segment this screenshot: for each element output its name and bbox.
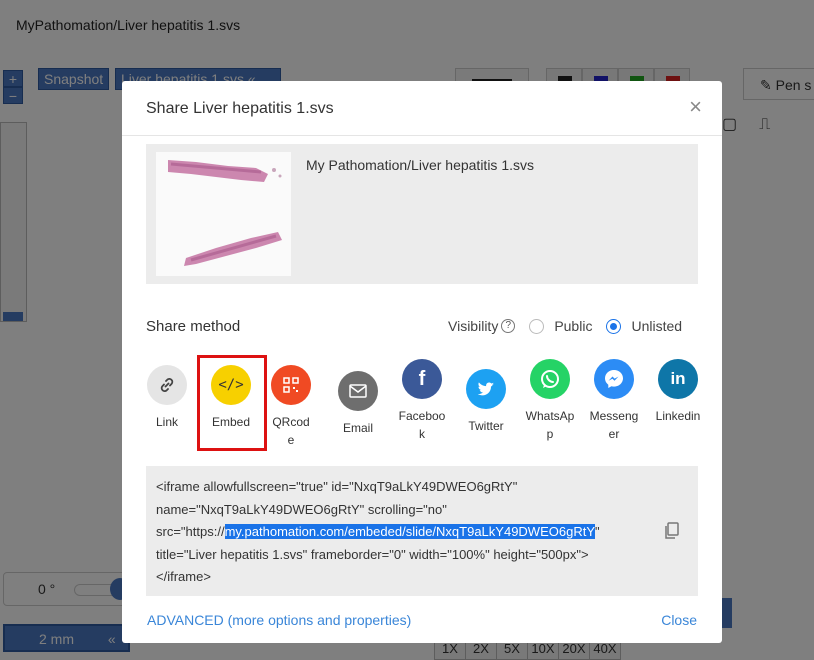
embed-code-line: title="Liver hepatitis 1.svs" frameborde… bbox=[156, 546, 589, 562]
share-email[interactable]: Email bbox=[333, 365, 383, 437]
radio-public[interactable] bbox=[529, 318, 545, 334]
share-messenger-label: Messenger bbox=[589, 409, 639, 441]
messenger-icon bbox=[594, 359, 634, 399]
facebook-icon: f bbox=[402, 359, 442, 399]
embed-icon: </> bbox=[211, 365, 251, 405]
share-email-label: Email bbox=[342, 421, 373, 435]
embed-code-line: </iframe> bbox=[156, 569, 211, 584]
share-method-heading: Share method bbox=[146, 318, 241, 335]
visibility-unlisted-label: Unlisted bbox=[631, 318, 683, 334]
qrcode-icon bbox=[271, 365, 311, 405]
advanced-options-link[interactable]: ADVANCED (more options and properties) bbox=[147, 612, 411, 628]
share-linkedin[interactable]: in Linkedin bbox=[653, 359, 703, 425]
slide-preview: My Pathomation/Liver hepatitis 1.svs bbox=[146, 144, 698, 284]
visibility-public-option[interactable]: Public bbox=[529, 318, 592, 334]
close-link[interactable]: Close bbox=[661, 612, 697, 628]
share-facebook[interactable]: f Facebook bbox=[397, 359, 447, 443]
share-link-label: Link bbox=[155, 415, 178, 429]
share-options: Link </> Embed QRcode Email f Facebook T… bbox=[142, 359, 703, 455]
embed-code-box[interactable]: <iframe allowfullscreen="true" id="NxqT9… bbox=[146, 466, 698, 596]
embed-code-line: src="https://my.pathomation.com/embeded/… bbox=[156, 521, 688, 544]
radio-unlisted[interactable] bbox=[606, 318, 622, 334]
dialog-title: Share Liver hepatitis 1.svs bbox=[146, 100, 334, 117]
share-dialog: Share Liver hepatitis 1.svs × My Pathoma… bbox=[122, 81, 722, 643]
share-facebook-label: Facebook bbox=[398, 409, 446, 441]
slide-path: My Pathomation/Liver hepatitis 1.svs bbox=[306, 157, 534, 173]
share-qrcode[interactable]: QRcode bbox=[270, 365, 312, 449]
visibility-public-label: Public bbox=[554, 318, 593, 334]
email-icon bbox=[338, 371, 378, 411]
visibility-control: Visibility ? Public Unlisted bbox=[448, 318, 682, 334]
help-icon[interactable]: ? bbox=[501, 319, 516, 333]
slide-thumbnail bbox=[156, 152, 291, 276]
embed-code-line: name="NxqT9aLkY49DWEO6gRtY" scrolling="n… bbox=[156, 501, 447, 517]
embed-code-line: <iframe allowfullscreen="true" id="NxqT9… bbox=[156, 479, 518, 494]
share-twitter[interactable]: Twitter bbox=[461, 365, 511, 435]
dialog-header: Share Liver hepatitis 1.svs × bbox=[122, 81, 722, 136]
close-icon[interactable]: × bbox=[689, 96, 702, 118]
visibility-label: Visibility bbox=[448, 318, 499, 334]
twitter-icon bbox=[466, 369, 506, 409]
share-link[interactable]: Link bbox=[142, 365, 192, 431]
share-whatsapp[interactable]: WhatsApp bbox=[525, 359, 575, 443]
share-twitter-label: Twitter bbox=[468, 419, 504, 433]
visibility-unlisted-option[interactable]: Unlisted bbox=[606, 318, 682, 334]
link-icon bbox=[147, 365, 187, 405]
embed-code-selected-url[interactable]: my.pathomation.com/embeded/slide/NxqT9aL… bbox=[224, 524, 595, 539]
embed-code-prefix: src="https:// bbox=[156, 524, 225, 539]
share-embed-label: Embed bbox=[211, 415, 251, 429]
linkedin-icon: in bbox=[658, 359, 698, 399]
share-embed[interactable]: </> Embed bbox=[206, 365, 256, 431]
share-qrcode-label: QRcode bbox=[272, 415, 310, 447]
copy-icon[interactable] bbox=[664, 522, 680, 548]
share-linkedin-label: Linkedin bbox=[655, 409, 701, 423]
embed-code-suffix: " bbox=[595, 524, 600, 539]
share-whatsapp-label: WhatsApp bbox=[525, 409, 575, 441]
whatsapp-icon bbox=[530, 359, 570, 399]
share-messenger[interactable]: Messenger bbox=[589, 359, 639, 443]
